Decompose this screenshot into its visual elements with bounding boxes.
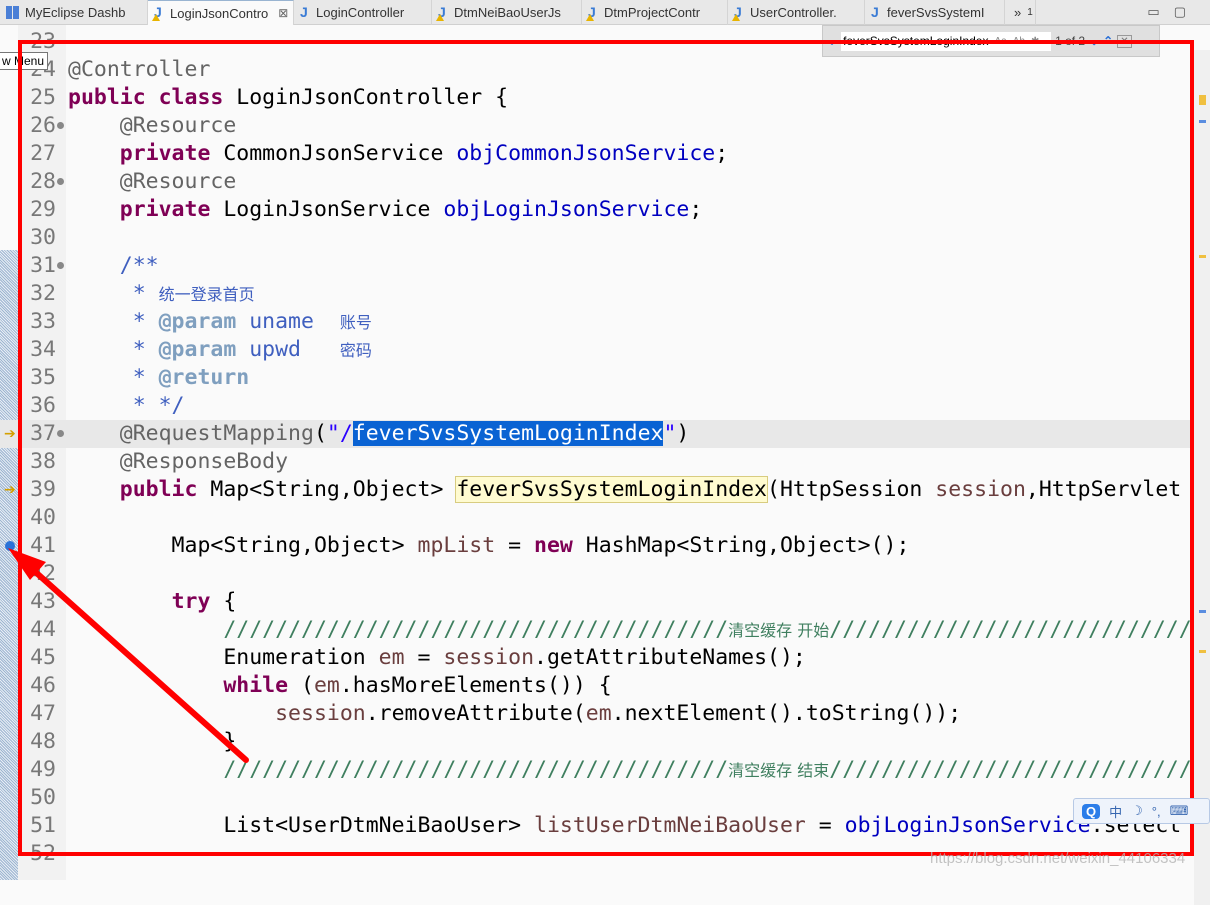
ime-punctuation-icon[interactable]: °, — [1152, 804, 1161, 819]
ime-keyboard-icon[interactable]: ⌨ — [1170, 803, 1189, 819]
ime-language-toggle[interactable]: 中 — [1109, 802, 1122, 821]
arrow-shaft — [19, 557, 249, 763]
watermark: https://blog.csdn.net/weixin_44106334 — [930, 850, 1186, 867]
annotation-arrow — [8, 548, 249, 763]
ime-toolbar: Q 中 ☽ °, ⌨ — [1073, 798, 1210, 824]
ime-logo-icon[interactable]: Q — [1082, 803, 1101, 819]
ime-halfwidth-icon[interactable]: ☽ — [1131, 803, 1143, 819]
